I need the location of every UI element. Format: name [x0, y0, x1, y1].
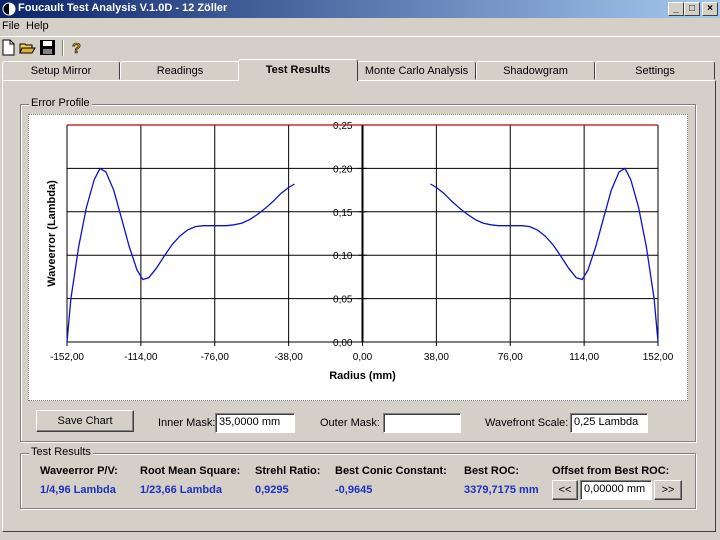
offset-increase-button[interactable]: >> [654, 480, 682, 500]
offset-from-best-roc-label: Offset from Best ROC: [552, 465, 670, 477]
x-tick-label: 152,00 [643, 352, 674, 363]
tab-setup-mirror[interactable]: Setup Mirror [2, 61, 120, 80]
y-tick-label: 0,25 [333, 121, 353, 132]
y-tick-label: 0,20 [333, 164, 353, 175]
error-profile-label: Error Profile [29, 97, 92, 109]
x-tick-label: 38,00 [424, 352, 449, 363]
y-axis-label: Waveerror (Lambda) [46, 180, 58, 287]
help-question-icon[interactable]: ? [68, 39, 85, 56]
inner-mask-label: Inner Mask: [158, 417, 216, 429]
offset-decrease-button[interactable]: << [552, 480, 578, 500]
y-tick-label: 0,10 [333, 251, 353, 262]
minimize-button[interactable]: _ [668, 2, 684, 16]
toolbar: ? [0, 36, 720, 58]
y-tick-label: 0,00 [333, 338, 353, 349]
x-tick-label: 114,00 [569, 352, 599, 363]
maximize-button[interactable]: □ [684, 2, 700, 16]
save-chart-button[interactable]: Save Chart [36, 410, 134, 432]
best-roc-value: 3379,7175 mm [464, 484, 539, 496]
save-disk-icon[interactable] [39, 39, 56, 56]
tab-shadowgram[interactable]: Shadowgram [476, 61, 595, 80]
title-bar: Foucault Test Analysis V.1.0D - 12 Zölle… [0, 0, 720, 18]
x-tick-label: -38,00 [274, 352, 303, 363]
tab-readings[interactable]: Readings [120, 61, 240, 80]
x-tick-label: 0,00 [353, 352, 373, 363]
strehl-ratio-value: 0,9295 [255, 484, 289, 496]
best-roc-label: Best ROC: [464, 465, 520, 477]
rms-label: Root Mean Square: [140, 465, 241, 477]
window-title: Foucault Test Analysis V.1.0D - 12 Zölle… [18, 2, 228, 14]
rms-value: 1/23,66 Lambda [140, 484, 222, 496]
y-tick-label: 0,15 [333, 208, 353, 219]
outer-mask-field[interactable] [383, 413, 461, 433]
new-file-icon[interactable] [0, 39, 17, 56]
x-tick-label: -114,00 [124, 352, 158, 363]
best-conic-constant-value: -0,9645 [335, 484, 373, 496]
menu-bar: File Help [0, 18, 720, 35]
tab-test-results[interactable]: Test Results [238, 59, 358, 81]
best-conic-constant-label: Best Conic Constant: [335, 465, 447, 477]
tab-monte-carlo-analysis[interactable]: Monte Carlo Analysis [357, 61, 476, 80]
wavefront-scale-label: Wavefront Scale: [485, 417, 569, 429]
error-profile-chart: 0,00 0,05 0,10 0,15 0,20 0,25 -152,00 -114,00 -7… [28, 114, 688, 401]
toolbar-separator [62, 40, 64, 56]
outer-mask-label: Outer Mask: [320, 417, 380, 429]
svg-text:?: ? [72, 40, 81, 56]
y-tick-label: 0,05 [333, 295, 353, 306]
strehl-ratio-label: Strehl Ratio: [255, 465, 321, 477]
waveerror-pv-label: Waveerror P/V: [40, 465, 118, 477]
x-tick-label: 76,00 [498, 352, 523, 363]
x-tick-label: -76,00 [201, 352, 230, 363]
chart-svg: 0,00 0,05 0,10 0,15 0,20 0,25 -152,00 -114,00 -7… [46, 121, 674, 382]
wavefront-scale-field[interactable]: 0,25 Lambda [570, 413, 648, 433]
inner-mask-field[interactable]: 35,0000 mm [215, 413, 295, 433]
app-icon [2, 2, 16, 16]
test-results-label: Test Results [29, 446, 93, 458]
waveerror-pv-value: 1/4,96 Lambda [40, 484, 116, 496]
tab-settings[interactable]: Settings [595, 61, 715, 80]
open-folder-icon[interactable] [19, 39, 36, 56]
menu-file[interactable]: File [2, 20, 20, 32]
close-button[interactable]: × [702, 2, 718, 16]
x-tick-label: -152,00 [50, 352, 84, 363]
menu-help[interactable]: Help [26, 20, 49, 32]
offset-field[interactable]: 0,00000 mm [580, 480, 652, 500]
x-axis-label: Radius (mm) [329, 370, 396, 382]
